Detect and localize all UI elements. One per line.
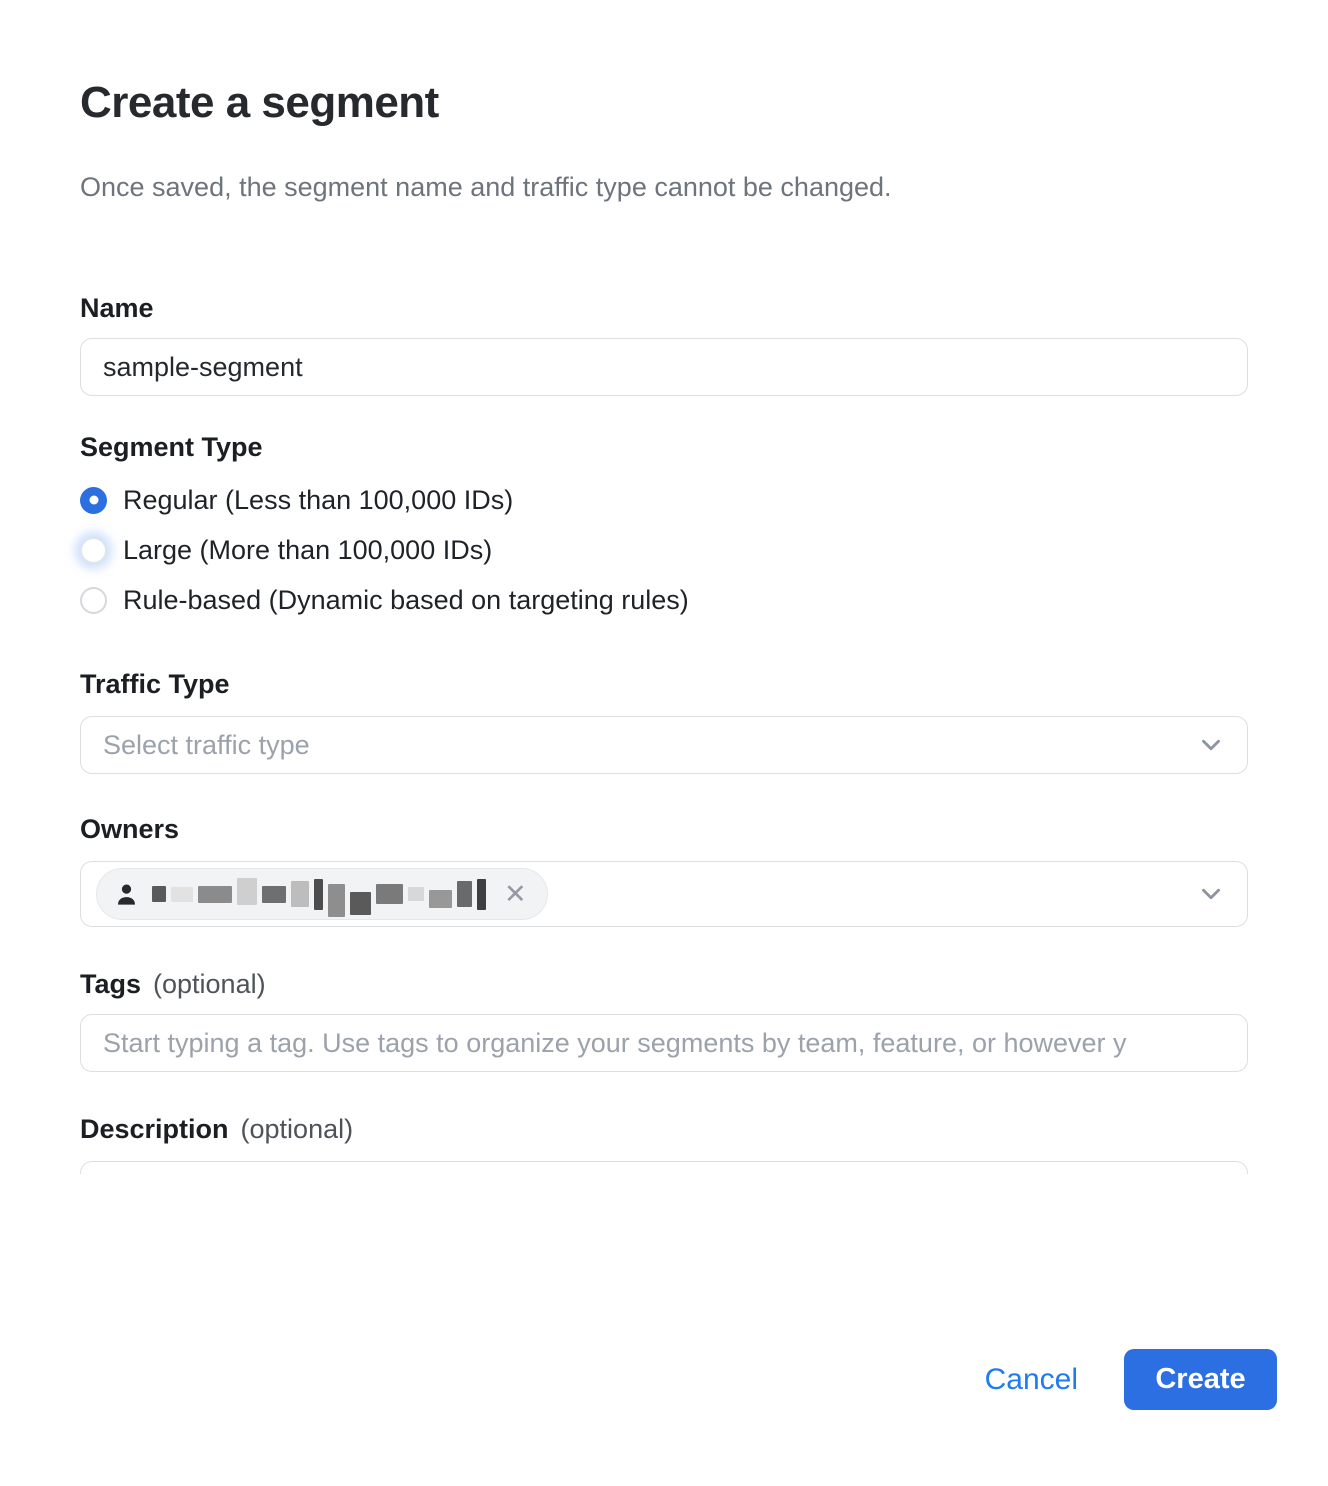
person-icon bbox=[113, 881, 140, 908]
description-label-text: Description bbox=[80, 1114, 229, 1145]
owners-select[interactable]: ✕ bbox=[80, 861, 1248, 927]
description-label: Description (optional) bbox=[80, 1114, 1248, 1145]
owners-label: Owners bbox=[80, 814, 1248, 845]
radio-option-label: Rule-based (Dynamic based on targeting r… bbox=[123, 585, 689, 616]
chevron-down-icon bbox=[1195, 729, 1227, 761]
radio-unselected-icon[interactable] bbox=[80, 587, 107, 614]
traffic-type-placeholder: Select traffic type bbox=[103, 730, 310, 761]
owner-chip: ✕ bbox=[96, 868, 548, 920]
tags-input[interactable] bbox=[80, 1014, 1248, 1072]
tags-label-text: Tags bbox=[80, 969, 141, 1000]
create-button[interactable]: Create bbox=[1124, 1349, 1277, 1410]
create-segment-modal: Create a segment Once saved, the segment… bbox=[0, 78, 1328, 1174]
traffic-type-select[interactable]: Select traffic type bbox=[80, 716, 1248, 774]
radio-option-regular[interactable]: Regular (Less than 100,000 IDs) bbox=[80, 475, 1248, 525]
description-textarea-clipped bbox=[80, 1161, 1248, 1174]
name-label: Name bbox=[80, 293, 1248, 324]
radio-unselected-icon[interactable] bbox=[80, 537, 107, 564]
radio-selected-icon[interactable] bbox=[80, 487, 107, 514]
description-textarea[interactable] bbox=[80, 1161, 1248, 1174]
segment-type-radio-group: Regular (Less than 100,000 IDs) Large (M… bbox=[80, 475, 1248, 625]
tags-optional-hint: (optional) bbox=[153, 969, 266, 1000]
cancel-button[interactable]: Cancel bbox=[985, 1363, 1078, 1397]
description-optional-hint: (optional) bbox=[241, 1114, 354, 1145]
segment-type-label: Segment Type bbox=[80, 432, 1248, 463]
chevron-down-icon bbox=[1195, 878, 1227, 910]
radio-option-label: Regular (Less than 100,000 IDs) bbox=[123, 485, 513, 516]
radio-option-large[interactable]: Large (More than 100,000 IDs) bbox=[80, 525, 1248, 575]
modal-footer: Cancel Create bbox=[985, 1349, 1277, 1410]
radio-option-label: Large (More than 100,000 IDs) bbox=[123, 535, 492, 566]
radio-option-rule-based[interactable]: Rule-based (Dynamic based on targeting r… bbox=[80, 575, 1248, 625]
traffic-type-label: Traffic Type bbox=[80, 669, 1248, 700]
chip-remove-icon[interactable]: ✕ bbox=[504, 881, 527, 908]
tags-label: Tags (optional) bbox=[80, 969, 1248, 1000]
modal-subtitle: Once saved, the segment name and traffic… bbox=[80, 172, 1248, 203]
page-title: Create a segment bbox=[80, 78, 1248, 128]
name-input[interactable] bbox=[80, 338, 1248, 396]
owner-name-redacted bbox=[152, 872, 486, 916]
